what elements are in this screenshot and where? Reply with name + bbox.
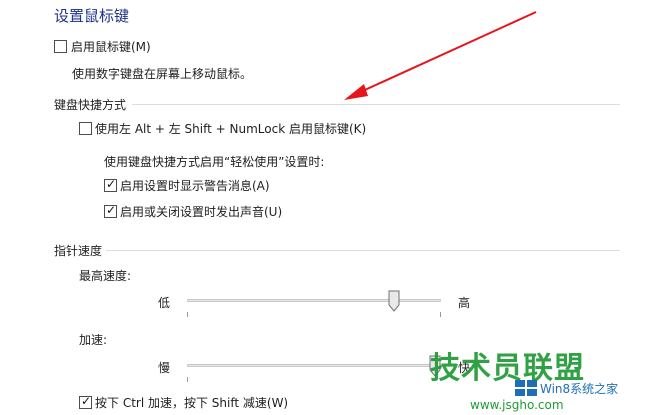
group-divider <box>106 250 620 251</box>
slider-track <box>187 299 441 302</box>
slider-tick <box>440 312 441 317</box>
acceleration-low-label: 慢 <box>158 361 171 375</box>
sound-checkbox[interactable]: ✓ <box>104 203 117 218</box>
watermark-sub: Win8系统之家 <box>540 382 619 396</box>
warning-message-checkbox[interactable]: ✓ <box>104 177 117 192</box>
page-title: 设置鼠标键 <box>54 7 130 25</box>
top-speed-slider[interactable] <box>187 290 441 320</box>
keyboard-shortcut-group-label: 键盘快捷方式 <box>54 98 127 112</box>
top-speed-low-label: 低 <box>158 296 171 310</box>
slider-tick <box>187 312 188 317</box>
mouse-keys-description: 使用数字键盘在屏幕上移动鼠标。 <box>72 67 253 81</box>
slider-track <box>187 364 441 367</box>
check-mark-icon: ✓ <box>81 394 92 408</box>
top-speed-high-label: 高 <box>458 296 471 310</box>
check-mark-icon: ✓ <box>106 177 117 191</box>
acceleration-slider[interactable] <box>187 355 441 385</box>
hotkey-label[interactable]: 使用左 Alt + 左 Shift + NumLock 启用鼠标键(K) <box>95 120 366 137</box>
warning-message-label[interactable]: 启用设置时显示警告消息(A) <box>120 177 270 194</box>
enable-mouse-keys-label[interactable]: 启用鼠标键(M) <box>71 38 151 55</box>
ctrl-shift-speed-label[interactable]: 按下 Ctrl 加速，按下 Shift 减速(W) <box>95 394 288 411</box>
enable-mouse-keys-checkbox[interactable] <box>54 40 67 53</box>
slider-thumb[interactable] <box>388 290 400 312</box>
group-divider <box>132 104 620 105</box>
pointer-speed-group-label: 指针速度 <box>54 244 103 258</box>
sound-label[interactable]: 启用或关闭设置时发出声音(U) <box>120 203 282 220</box>
hotkey-checkbox[interactable] <box>79 122 92 135</box>
check-mark-icon: ✓ <box>106 203 117 217</box>
windows-logo-icon <box>515 380 537 396</box>
acceleration-label: 加速: <box>79 333 108 347</box>
ctrl-shift-speed-checkbox[interactable]: ✓ <box>79 394 92 409</box>
watermark-url: www.jsgho.com <box>470 398 564 412</box>
slider-tick <box>187 377 188 382</box>
top-speed-label: 最高速度: <box>79 269 132 283</box>
shortcut-sub-label: 使用键盘快捷方式启用“轻松使用”设置时: <box>104 155 325 169</box>
